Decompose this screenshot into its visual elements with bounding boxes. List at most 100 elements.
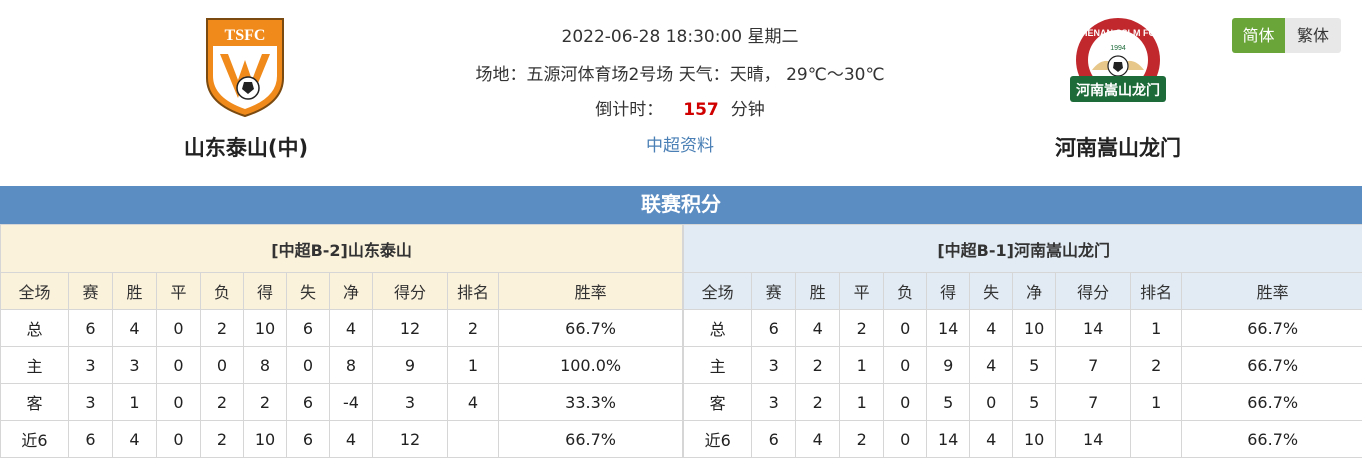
column-header: 全场 xyxy=(683,272,753,310)
table-row: 主 3 3 0 0 8 0 8 9 1 100.0% xyxy=(0,346,684,384)
table-cell: 0 xyxy=(156,346,201,384)
table-cell: 4 xyxy=(112,420,157,458)
home-table-caption[interactable]: [中超B-2]山东泰山 xyxy=(0,224,684,273)
home-standings-table: [中超B-2]山东泰山 全场赛胜平负得失净得分 排名 胜率 总 6 4 0 2 10 6 4 12 2… xyxy=(0,224,684,458)
column-header: 排名 xyxy=(447,272,499,310)
table-cell: 2 xyxy=(795,383,841,421)
table-cell xyxy=(447,420,499,458)
table-cell: 1 xyxy=(1130,309,1183,347)
column-header: 失 xyxy=(286,272,330,310)
away-standings-table: [中超B-1]河南嵩山龙门 全场赛胜平负得失净得分 排名 胜率 总 6 4 2 0 14 4 10… xyxy=(683,224,1362,458)
table-cell: 4 xyxy=(447,383,499,421)
match-header: TSFC 山东泰山(中) 2022-06-28 18:30:00 星期二 场地：… xyxy=(0,0,1362,186)
table-cell: 100.0% xyxy=(497,346,684,384)
table-cell: 4 xyxy=(969,309,1014,347)
column-header: 净 xyxy=(1012,272,1057,310)
table-cell: 2 xyxy=(243,383,287,421)
table-cell: 0 xyxy=(200,346,244,384)
table-cell: 12 xyxy=(372,309,448,347)
match-datetime: 2022-06-28 18:30:00 星期二 xyxy=(561,27,799,47)
language-switch: 简体 繁体 xyxy=(1232,18,1341,53)
table-cell: 6 xyxy=(286,383,330,421)
away-table-header: 全场赛胜平负得失净得分 排名 胜率 xyxy=(683,272,1362,310)
column-header: 排名 xyxy=(1130,272,1183,310)
table-cell: 4 xyxy=(969,346,1014,384)
away-table-caption[interactable]: [中超B-1]河南嵩山龙门 xyxy=(683,224,1362,273)
table-cell: 4 xyxy=(795,420,841,458)
simplified-chinese-button[interactable]: 简体 xyxy=(1232,18,1285,53)
table-cell: 66.7% xyxy=(497,420,684,458)
column-header: 全场 xyxy=(0,272,69,310)
table-cell: 0 xyxy=(156,309,201,347)
table-cell: 0 xyxy=(883,309,928,347)
table-cell: 10 xyxy=(1012,420,1057,458)
table-cell: 33.3% xyxy=(497,383,684,421)
table-cell: 2 xyxy=(200,383,244,421)
row-label: 客 xyxy=(0,383,69,421)
table-cell: 5 xyxy=(926,383,971,421)
column-header: 净 xyxy=(329,272,373,310)
table-cell: 6 xyxy=(751,309,797,347)
venue: 五源河体育场2号场 xyxy=(526,65,674,85)
table-cell: 2 xyxy=(795,346,841,384)
column-header: 失 xyxy=(969,272,1014,310)
table-row: 客 3 2 1 0 5 0 5 7 1 66.7% xyxy=(683,383,1362,421)
table-cell: 14 xyxy=(1055,309,1132,347)
countdown-line: 倒计时： 157 分钟 xyxy=(440,95,920,120)
countdown-label: 倒计时： xyxy=(595,100,664,120)
table-cell: 66.7% xyxy=(497,309,684,347)
table-cell: 6 xyxy=(68,420,113,458)
standings-tables: [中超B-2]山东泰山 全场赛胜平负得失净得分 排名 胜率 总 6 4 0 2 10 6 4 12 2… xyxy=(0,224,1362,458)
column-header: 胜率 xyxy=(1181,272,1362,310)
table-cell: 6 xyxy=(286,309,330,347)
traditional-chinese-button[interactable]: 繁体 xyxy=(1285,18,1341,53)
table-cell: 4 xyxy=(329,309,373,347)
table-cell: 12 xyxy=(372,420,448,458)
table-cell: 3 xyxy=(68,346,113,384)
row-label: 主 xyxy=(0,346,69,384)
column-header: 平 xyxy=(839,272,885,310)
row-label: 近6 xyxy=(683,420,753,458)
table-cell: 0 xyxy=(883,383,928,421)
league-info-link[interactable]: 中超资料 xyxy=(646,136,714,156)
table-cell: 6 xyxy=(286,420,330,458)
table-cell: 0 xyxy=(883,346,928,384)
away-team-name[interactable]: 河南嵩山龙门 xyxy=(988,132,1248,162)
table-cell: 6 xyxy=(751,420,797,458)
table-cell: 3 xyxy=(68,383,113,421)
home-logo-text: TSFC xyxy=(225,27,266,44)
home-table-header: 全场赛胜平负得失净得分 排名 胜率 xyxy=(0,272,684,310)
table-cell: 9 xyxy=(926,346,971,384)
countdown-unit: 分钟 xyxy=(730,100,765,120)
column-header: 得 xyxy=(243,272,287,310)
column-header: 得分 xyxy=(372,272,448,310)
table-cell: 7 xyxy=(1055,383,1132,421)
table-cell: 8 xyxy=(243,346,287,384)
row-label: 近6 xyxy=(0,420,69,458)
away-team-logo: HENAN SSLM FC 1994 河南嵩山龙门 xyxy=(1070,18,1166,102)
table-cell: 0 xyxy=(286,346,330,384)
table-row: 总 6 4 2 0 14 4 10 14 1 66.7% xyxy=(683,309,1362,347)
home-team-name[interactable]: 山东泰山(中) xyxy=(116,132,376,162)
table-cell: 1 xyxy=(1130,383,1183,421)
column-header: 负 xyxy=(200,272,244,310)
column-header: 胜率 xyxy=(497,272,684,310)
table-cell: 7 xyxy=(1055,346,1132,384)
venue-weather-line: 场地：五源河体育场2号场 天气：天晴， 29℃～30℃ xyxy=(440,60,920,85)
table-cell: 2 xyxy=(839,420,885,458)
away-logo-top-text: HENAN SSLM FC xyxy=(1081,28,1156,38)
league-link-line: 中超资料 xyxy=(440,131,920,156)
table-row: 总 6 4 0 2 10 6 4 12 2 66.7% xyxy=(0,309,684,347)
table-cell: 10 xyxy=(1012,309,1057,347)
table-cell: 5 xyxy=(1012,383,1057,421)
table-cell: 66.7% xyxy=(1181,346,1362,384)
table-cell: 5 xyxy=(1012,346,1057,384)
table-cell: 2 xyxy=(447,309,499,347)
table-cell: 0 xyxy=(156,383,201,421)
row-label: 总 xyxy=(0,309,69,347)
table-cell: 6 xyxy=(68,309,113,347)
table-cell: 4 xyxy=(329,420,373,458)
table-cell: 1 xyxy=(839,346,885,384)
table-cell: 9 xyxy=(372,346,448,384)
table-cell: 10 xyxy=(243,309,287,347)
